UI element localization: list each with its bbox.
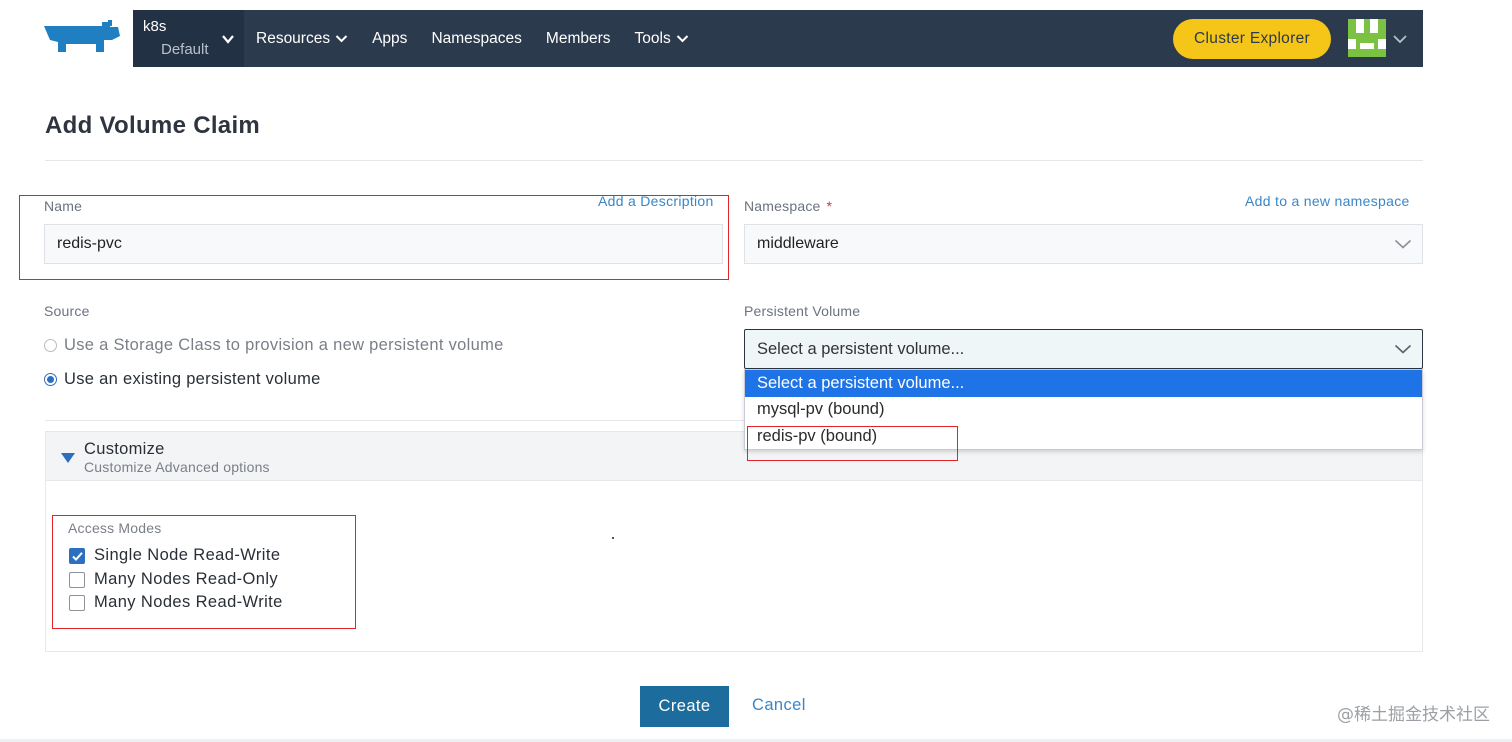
chevron-down-icon bbox=[676, 35, 688, 43]
persistent-volume-select[interactable]: Select a persistent volume... bbox=[744, 329, 1423, 369]
persistent-volume-dropdown: Select a persistent volume... mysql-pv (… bbox=[744, 369, 1423, 450]
nav-members[interactable]: Members bbox=[546, 30, 611, 48]
chevron-down-icon bbox=[221, 32, 235, 46]
name-input[interactable]: redis-pvc bbox=[44, 224, 723, 264]
access-mode-label: Many Nodes Read-Write bbox=[94, 593, 283, 611]
nav-tools-label: Tools bbox=[634, 29, 671, 47]
avatar[interactable] bbox=[1348, 19, 1386, 57]
rancher-logo-icon[interactable] bbox=[40, 18, 124, 60]
customize-subtitle: Customize Advanced options bbox=[84, 459, 270, 475]
name-input-value: redis-pvc bbox=[57, 235, 122, 252]
checkbox-checked-icon bbox=[69, 547, 85, 564]
cluster-switcher[interactable]: k8s Default bbox=[133, 10, 244, 67]
source-option-label: Use an existing persistent volume bbox=[64, 370, 321, 388]
source-label: Source bbox=[44, 303, 90, 319]
access-mode-many-nodes-rw[interactable]: Many Nodes Read-Write bbox=[69, 593, 283, 612]
cancel-button[interactable]: Cancel bbox=[752, 696, 806, 715]
customize-title: Customize bbox=[84, 440, 165, 458]
nav-resources-label: Resources bbox=[256, 29, 331, 47]
watermark: @稀土掘金技术社区 bbox=[1337, 705, 1490, 725]
cluster-name: k8s bbox=[143, 18, 167, 35]
access-mode-label: Single Node Read-Write bbox=[94, 546, 281, 564]
chevron-down-icon bbox=[1394, 237, 1412, 256]
nav-apps[interactable]: Apps bbox=[372, 30, 407, 48]
customize-panel: Customize Customize Advanced options bbox=[45, 431, 1423, 652]
chevron-down-icon[interactable] bbox=[1393, 32, 1407, 50]
nav-tools[interactable]: Tools bbox=[635, 30, 689, 48]
source-option-storage-class[interactable]: Use a Storage Class to provision a new p… bbox=[44, 336, 504, 355]
required-mark: * bbox=[826, 198, 833, 214]
nav-apps-label: Apps bbox=[372, 29, 408, 47]
persistent-volume-label: Persistent Volume bbox=[744, 303, 861, 319]
add-namespace-link[interactable]: Add to a new namespace bbox=[1245, 193, 1410, 209]
name-label: Name bbox=[44, 198, 83, 214]
create-button[interactable]: Create bbox=[640, 686, 729, 727]
pv-option-mysql-pv[interactable]: mysql-pv (bound) bbox=[745, 397, 1422, 424]
chevron-down-icon bbox=[1394, 342, 1412, 361]
nav-namespaces-label: Namespaces bbox=[431, 29, 522, 47]
namespace-label: Namespace * bbox=[744, 198, 832, 214]
divider bbox=[45, 160, 1423, 161]
page-title: Add Volume Claim bbox=[45, 112, 261, 139]
caret-down-icon bbox=[61, 451, 75, 469]
persistent-volume-select-value: Select a persistent volume... bbox=[757, 339, 965, 358]
source-option-label: Use a Storage Class to provision a new p… bbox=[64, 336, 504, 354]
pv-option-placeholder[interactable]: Select a persistent volume... bbox=[745, 370, 1422, 397]
source-option-existing-pv[interactable]: Use an existing persistent volume bbox=[44, 370, 321, 389]
cluster-explorer-button[interactable]: Cluster Explorer bbox=[1173, 19, 1331, 59]
namespace-label-text: Namespace bbox=[744, 198, 821, 214]
pv-option-redis-pv[interactable]: redis-pv (bound) bbox=[745, 423, 1422, 450]
chevron-down-icon bbox=[335, 35, 348, 43]
project-name: Default bbox=[161, 41, 209, 58]
access-mode-single-node-rw[interactable]: Single Node Read-Write bbox=[69, 546, 280, 565]
access-modes-label: Access Modes bbox=[68, 520, 162, 536]
add-description-link[interactable]: Add a Description bbox=[598, 193, 714, 209]
radio-unchecked-icon bbox=[44, 339, 57, 352]
nav-namespaces[interactable]: Namespaces bbox=[431, 30, 521, 48]
checkbox-unchecked-icon bbox=[69, 571, 85, 588]
namespace-select-value: middleware bbox=[757, 235, 839, 252]
stray-dot bbox=[612, 537, 614, 539]
nav-resources[interactable]: Resources bbox=[256, 30, 348, 48]
radio-checked-icon bbox=[44, 373, 57, 386]
nav-members-label: Members bbox=[545, 29, 611, 47]
access-mode-many-nodes-ro[interactable]: Many Nodes Read-Only bbox=[69, 570, 278, 589]
namespace-select[interactable]: middleware bbox=[744, 224, 1423, 264]
checkbox-unchecked-icon bbox=[69, 594, 85, 611]
access-mode-label: Many Nodes Read-Only bbox=[94, 570, 279, 588]
